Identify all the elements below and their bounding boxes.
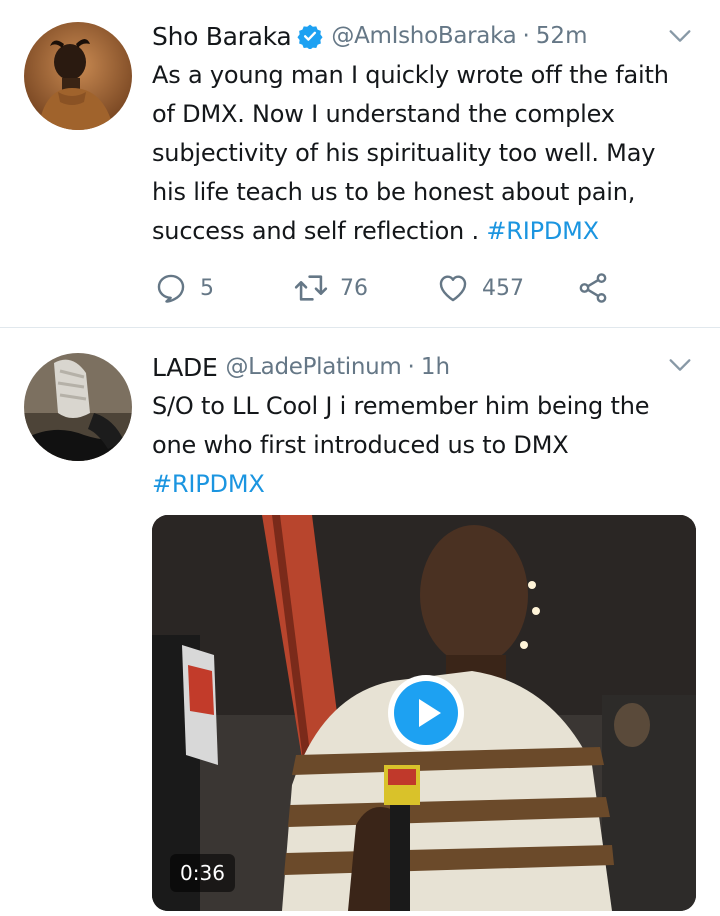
handle[interactable]: @AmIshoBaraka — [331, 23, 516, 49]
display-name[interactable]: Sho Baraka — [152, 22, 292, 51]
like-count: 457 — [482, 275, 524, 301]
reply-count: 5 — [200, 275, 214, 301]
like-icon — [439, 275, 467, 302]
retweet-icon — [294, 275, 328, 301]
chevron-down-icon[interactable] — [666, 351, 694, 379]
avatar[interactable] — [24, 353, 132, 461]
chevron-down-icon[interactable] — [666, 22, 694, 50]
tweet-text: As a young man I quickly wrote off the f… — [152, 56, 692, 251]
like-button[interactable]: 457 — [436, 268, 524, 308]
separator: · — [407, 354, 415, 380]
video-duration: 0:36 — [170, 854, 235, 892]
retweet-count: 76 — [340, 275, 368, 301]
hashtag-link[interactable]: #RIPDMX — [486, 217, 599, 245]
avatar[interactable] — [24, 22, 132, 130]
tweet-text-content: S/O to LL Cool J i remember him being th… — [152, 392, 650, 459]
share-button[interactable] — [576, 268, 610, 308]
reply-button[interactable]: 5 — [154, 268, 214, 308]
separator: · — [522, 23, 530, 49]
tweet-actions: 5 76 457 — [152, 268, 652, 308]
share-icon — [579, 273, 607, 303]
display-name[interactable]: LADE — [152, 353, 218, 382]
tweet-header: LADE @LadePlatinum · 1h — [152, 347, 450, 387]
reply-icon — [157, 274, 185, 303]
timestamp[interactable]: 1h — [421, 354, 450, 380]
tweet-divider — [0, 327, 720, 328]
tweet-header: Sho Baraka @AmIshoBaraka · 52m — [152, 16, 587, 56]
hashtag-link[interactable]: #RIPDMX — [152, 470, 265, 498]
verified-icon — [297, 23, 323, 50]
handle[interactable]: @LadePlatinum — [225, 354, 401, 380]
play-icon — [394, 681, 458, 745]
play-button[interactable] — [388, 675, 464, 751]
tweet-sho-baraka[interactable]: Sho Baraka @AmIshoBaraka · 52m As a youn… — [0, 0, 720, 328]
tweet-text: S/O to LL Cool J i remember him being th… — [152, 387, 682, 504]
tweet-lade[interactable]: LADE @LadePlatinum · 1h S/O to LL Cool J… — [0, 329, 720, 916]
retweet-button[interactable]: 76 — [294, 268, 368, 308]
timestamp[interactable]: 52m — [536, 23, 588, 49]
video-player[interactable]: 0:36 — [152, 515, 696, 911]
